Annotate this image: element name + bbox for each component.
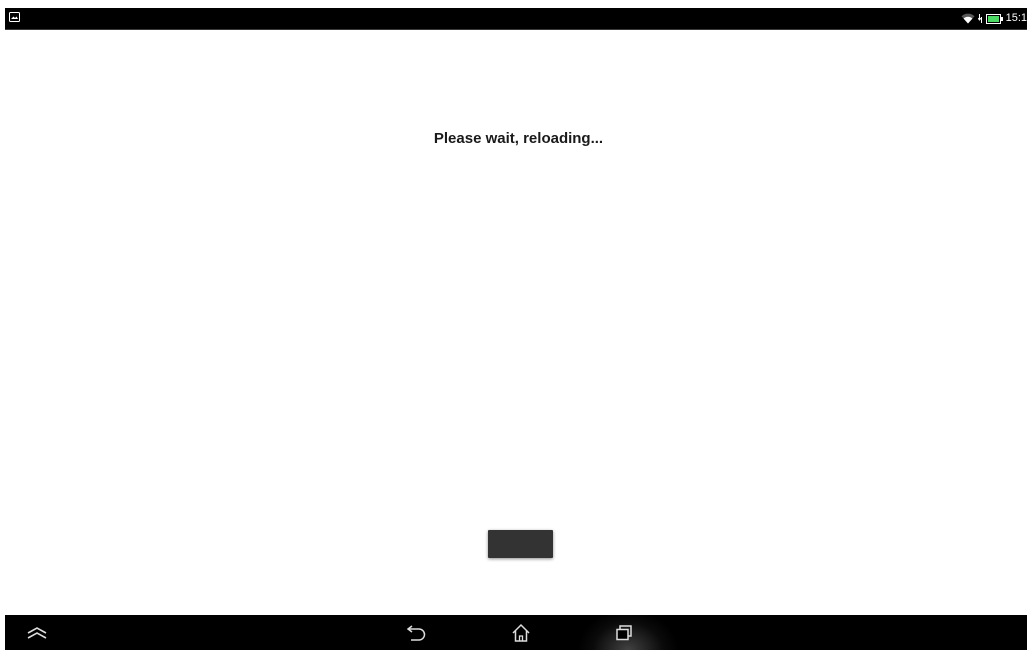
status-time: 15:1 — [1005, 12, 1027, 24]
recent-apps-button[interactable] — [611, 622, 637, 644]
gallery-notification-icon — [9, 12, 20, 22]
recent-apps-icon — [616, 625, 632, 641]
home-icon — [512, 623, 530, 642]
reloading-message: Please wait, reloading... — [433, 130, 604, 147]
menu-up-icon — [27, 627, 47, 639]
reload-button[interactable] — [488, 530, 553, 558]
status-bar: 15:1 — [5, 8, 1027, 30]
battery-icon — [985, 13, 1003, 24]
home-button[interactable] — [508, 622, 534, 644]
data-activity-icon — [977, 14, 982, 23]
back-button[interactable] — [404, 622, 430, 644]
wifi-icon — [961, 13, 975, 24]
app-screen: 15:1 Please wait, reloading... — [0, 0, 1027, 650]
status-icons: 15:1 — [961, 8, 1027, 29]
menu-up-button[interactable] — [24, 622, 50, 644]
navigation-bar — [5, 615, 1027, 650]
back-icon — [406, 625, 426, 641]
